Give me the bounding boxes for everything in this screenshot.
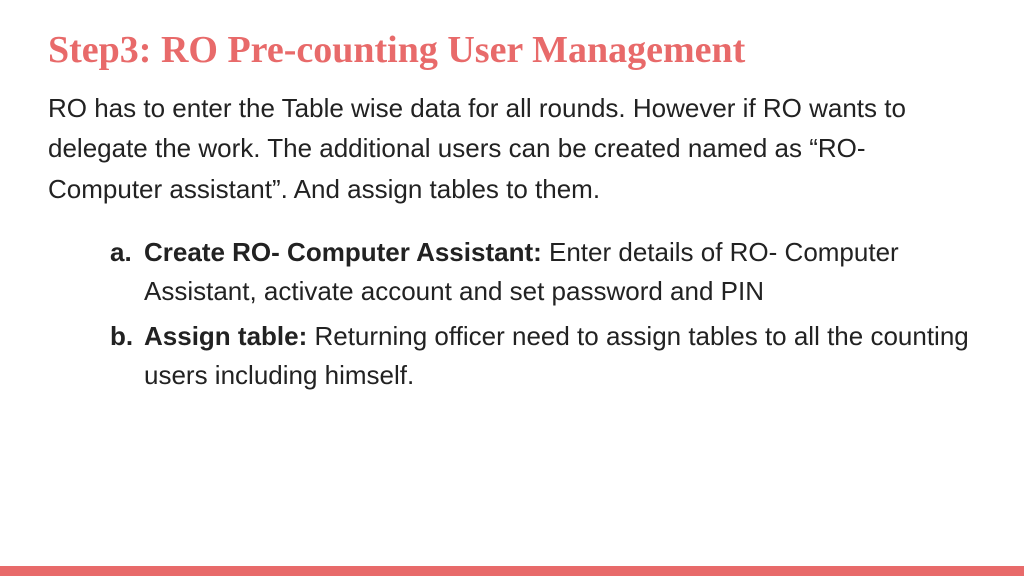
- intro-paragraph: RO has to enter the Table wise data for …: [48, 88, 976, 209]
- list-item-title: Create RO- Computer Assistant:: [144, 237, 542, 267]
- slide-content: Step3: RO Pre-counting User Management R…: [0, 0, 1024, 395]
- list-marker: a.: [110, 233, 144, 311]
- list-body: Create RO- Computer Assistant: Enter det…: [144, 233, 976, 311]
- bottom-accent-bar: [0, 566, 1024, 576]
- list-item-title: Assign table:: [144, 321, 307, 351]
- list-body: Assign table: Returning officer need to …: [144, 317, 976, 395]
- slide-heading: Step3: RO Pre-counting User Management: [48, 28, 976, 72]
- ordered-list: a. Create RO- Computer Assistant: Enter …: [48, 233, 976, 395]
- list-item: b. Assign table: Returning officer need …: [110, 317, 976, 395]
- list-marker: b.: [110, 317, 144, 395]
- list-item: a. Create RO- Computer Assistant: Enter …: [110, 233, 976, 311]
